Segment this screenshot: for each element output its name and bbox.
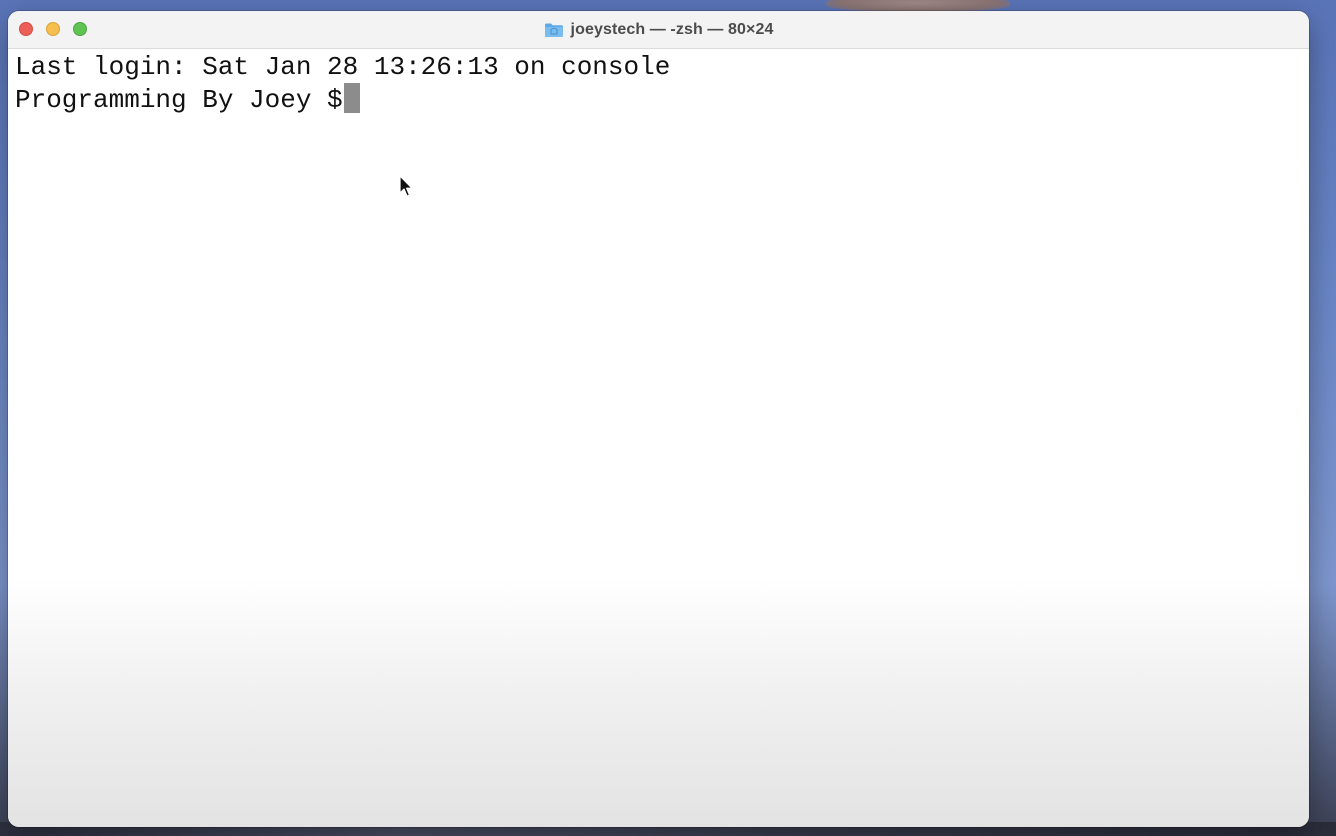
prompt-text: Programming By Joey $: [15, 85, 343, 115]
last-login-line: Last login: Sat Jan 28 13:26:13 on conso…: [15, 52, 671, 82]
mouse-pointer-icon: [399, 175, 413, 197]
window-title: joeystech — -zsh — 80×24: [8, 11, 1309, 48]
text-cursor: [343, 83, 360, 113]
terminal-content[interactable]: Last login: Sat Jan 28 13:26:13 on conso…: [8, 49, 1309, 827]
title-bar[interactable]: joeystech — -zsh — 80×24: [8, 11, 1309, 49]
prompt-line: Programming By Joey $: [15, 83, 1309, 115]
terminal-window: joeystech — -zsh — 80×24 Last login: Sat…: [8, 11, 1309, 827]
window-title-text: joeystech — -zsh — 80×24: [570, 20, 774, 38]
folder-icon: [544, 22, 564, 38]
